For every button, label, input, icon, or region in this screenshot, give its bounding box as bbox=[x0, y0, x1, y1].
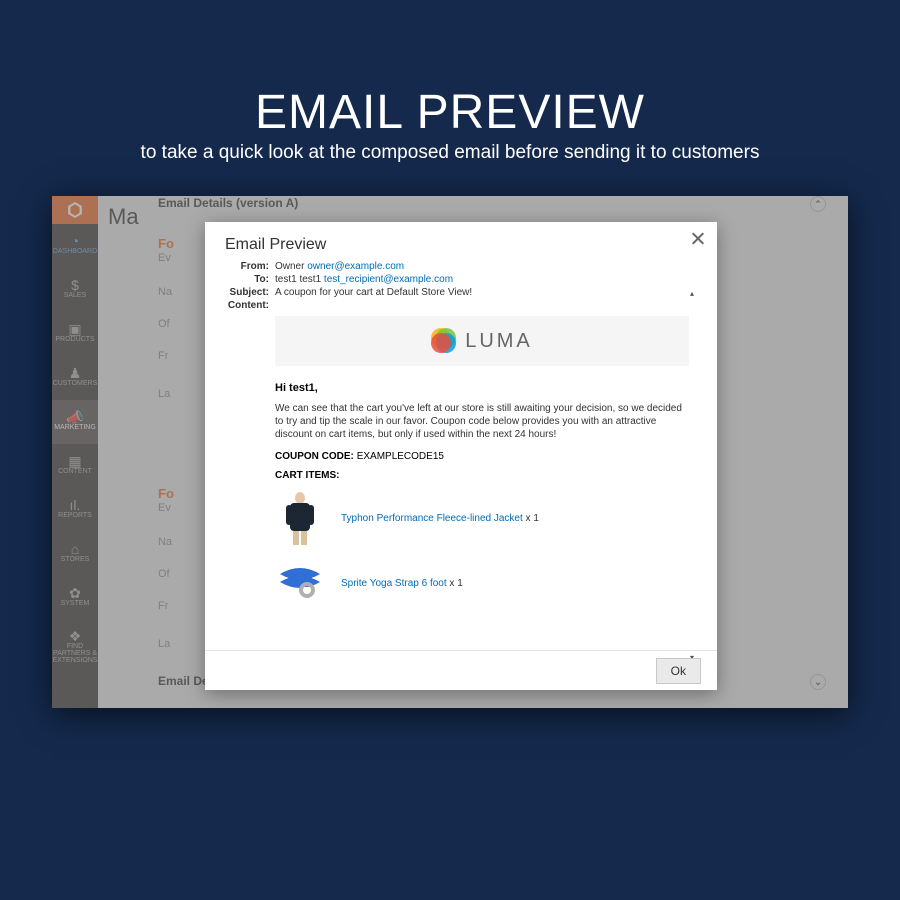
app-window: ◔DASHBOARD $SALES ▣PRODUCTS ♟CUSTOMERS 📣… bbox=[52, 196, 848, 708]
product-qty: x 1 bbox=[526, 513, 539, 524]
luma-logo-icon bbox=[431, 328, 457, 354]
close-icon[interactable] bbox=[689, 230, 707, 248]
from-email-link[interactable]: owner@example.com bbox=[307, 261, 404, 272]
hero-subtitle: to take a quick look at the composed ema… bbox=[0, 140, 900, 164]
email-meta: From: Owner owner@example.com To: test1 te… bbox=[205, 260, 717, 312]
hero-title: EMAIL PREVIEW bbox=[0, 0, 900, 140]
body-paragraph: We can see that the cart you've left at … bbox=[275, 402, 689, 441]
product-qty: x 1 bbox=[449, 578, 462, 589]
subject-value: A coupon for your cart at Default Store … bbox=[275, 287, 472, 298]
email-content: LUMA Hi test1, We can see that the cart … bbox=[275, 314, 689, 644]
coupon-line: COUPON CODE: EXAMPLECODE15 bbox=[275, 451, 689, 462]
to-label: To: bbox=[225, 274, 269, 285]
product-thumb bbox=[275, 556, 325, 611]
product-link[interactable]: Sprite Yoga Strap 6 foot bbox=[341, 578, 447, 589]
greeting: Hi test1, bbox=[275, 382, 689, 394]
content-label: Content: bbox=[225, 300, 269, 311]
product-link[interactable]: Typhon Performance Fleece-lined Jacket bbox=[341, 513, 523, 524]
to-email-link[interactable]: test_recipient@example.com bbox=[324, 274, 453, 285]
cart-items-label: CART ITEMS: bbox=[275, 470, 689, 481]
to-value: test1 test1 test_recipient@example.com bbox=[275, 274, 453, 285]
product-thumb bbox=[275, 491, 325, 546]
modal-footer: Ok bbox=[205, 650, 717, 690]
cart-item: Typhon Performance Fleece-lined Jacket x… bbox=[275, 491, 689, 546]
scroll-up-icon[interactable]: ▴ bbox=[687, 288, 697, 298]
ok-button[interactable]: Ok bbox=[656, 658, 701, 684]
brand-name: LUMA bbox=[465, 330, 533, 353]
subject-label: Subject: bbox=[225, 287, 269, 298]
from-label: From: bbox=[225, 261, 269, 272]
from-value: Owner owner@example.com bbox=[275, 261, 404, 272]
email-preview-modal: Email Preview From: Owner owner@example.c… bbox=[205, 222, 717, 690]
modal-title: Email Preview bbox=[205, 222, 717, 260]
brand-banner: LUMA bbox=[275, 316, 689, 366]
cart-item: Sprite Yoga Strap 6 foot x 1 bbox=[275, 556, 689, 611]
